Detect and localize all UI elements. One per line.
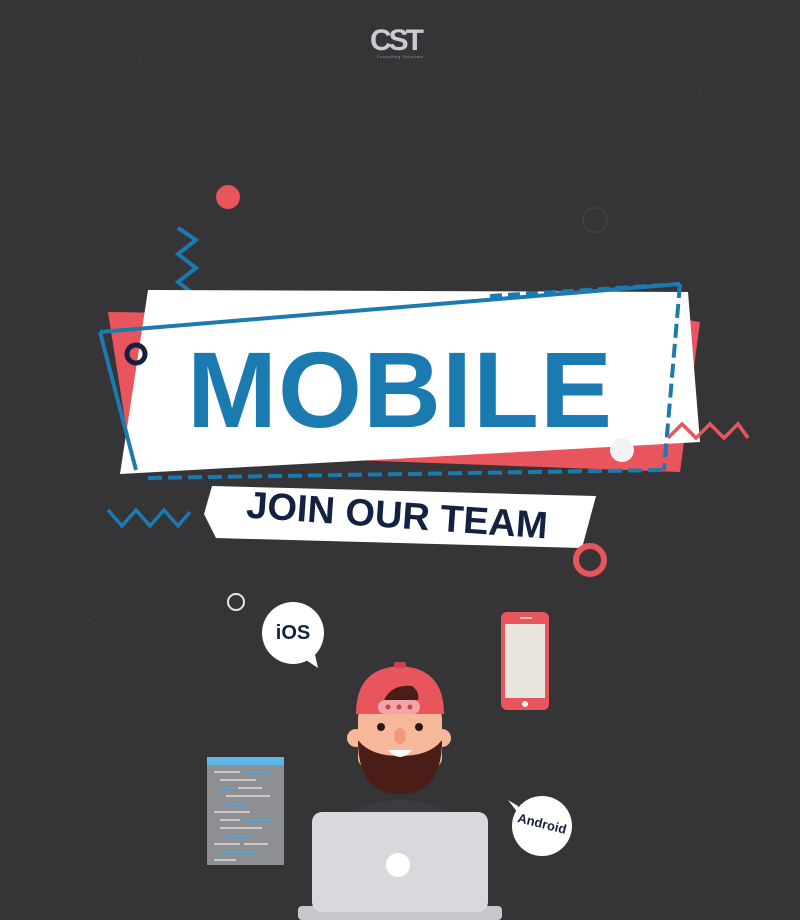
laptop-icon bbox=[298, 812, 502, 920]
headline-title: MOBILE bbox=[187, 329, 613, 450]
white-ring-decoration bbox=[227, 593, 245, 611]
faint-ring-decoration bbox=[582, 207, 608, 233]
code-window-icon bbox=[207, 757, 284, 865]
blue-zigzag-left bbox=[106, 507, 192, 529]
coral-ring-decoration bbox=[573, 543, 607, 577]
ios-label: iOS bbox=[275, 622, 311, 644]
poster-artwork bbox=[38, 58, 762, 920]
smartphone-icon bbox=[501, 612, 549, 710]
coral-dot-decoration bbox=[216, 185, 240, 209]
